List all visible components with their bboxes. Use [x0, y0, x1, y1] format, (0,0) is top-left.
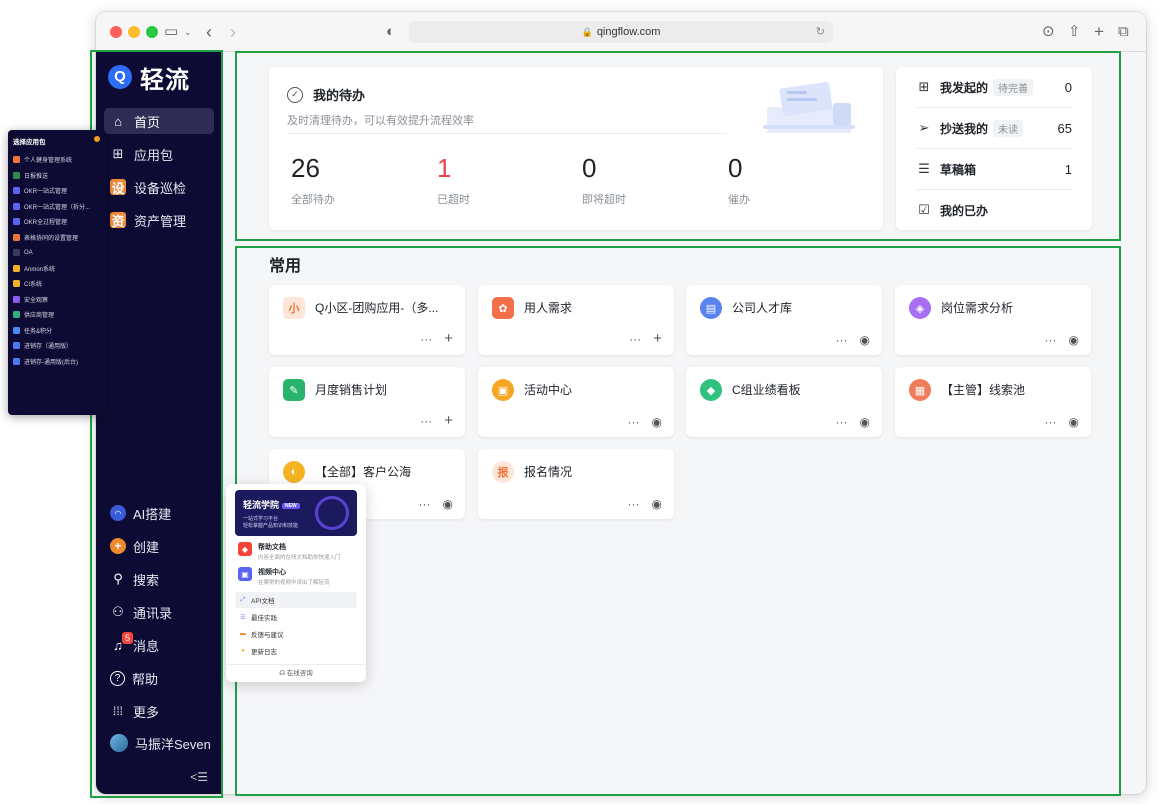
minimize-window-button[interactable] [128, 26, 140, 38]
app-package-item[interactable]: 进销存-通用版(后台) [13, 354, 101, 370]
help-docs-entry[interactable]: ◆ 帮助文档内容全面的在线文档助你快速入门 [238, 542, 341, 561]
app-package-label: OA [24, 249, 33, 256]
app-package-label: 表格协同的设置管理 [24, 235, 79, 242]
app-package-item[interactable]: OKR一站式管理 [13, 183, 101, 199]
app-package-label: 安全观察 [24, 297, 49, 304]
best-practice-link[interactable]: ☰ 最佳实践 [235, 609, 357, 625]
video-icon: ▣ [238, 567, 252, 581]
app-package-icon [13, 295, 20, 303]
share-icon[interactable]: ⇧ [1068, 21, 1081, 43]
app-package-dropdown: 选择应用包 个人健身管理系统 日报推送 OKR一站式管理 OKR一站式管理（拆分...… [8, 130, 106, 415]
banner-subtitle: 一站式学习平台 轻松掌握产品知识和技能 [243, 516, 299, 529]
url-text: qingflow.com [596, 26, 661, 38]
sidebar-toggle-icon[interactable]: ▭ [164, 21, 178, 43]
app-package-icon [13, 171, 20, 179]
tabs-overview-icon[interactable]: ⧉ [1118, 21, 1129, 43]
chevron-down-icon[interactable]: ⌄ [184, 21, 192, 43]
download-icon[interactable]: ⊙ [1042, 21, 1055, 43]
entry-title: 帮助文档 [258, 544, 286, 551]
app-package-label: 任务&积分 [24, 328, 53, 335]
indicator-dot [94, 136, 100, 142]
academy-banner[interactable]: 轻流学院 NEW 一站式学习平台 轻松掌握产品知识和技能 [235, 490, 357, 536]
feedback-link[interactable]: ▬ 反馈与建议 [235, 626, 357, 642]
highlight-sidebar [90, 50, 223, 798]
app-package-icon [13, 280, 20, 288]
feedback-icon: ▬ [240, 631, 246, 637]
app-package-item[interactable]: OA [13, 245, 101, 261]
help-popup: 轻流学院 NEW 一站式学习平台 轻松掌握产品知识和技能 ◆ 帮助文档内容全面的在线… [226, 484, 366, 682]
browser-toolbar: ▭ ⌄ ‹ › ◐ 🔒 qingflow.com ↻ ⊙ ⇧ + ⧉ [96, 12, 1146, 52]
doc-icon: ◆ [238, 542, 252, 556]
app-package-icon [13, 264, 20, 272]
new-tab-icon[interactable]: + [1094, 21, 1104, 43]
new-badge: NEW [282, 502, 300, 509]
app-package-item[interactable]: 进销存（通用版） [13, 338, 101, 354]
highlight-top-section [235, 51, 1121, 241]
app-package-icon [13, 311, 20, 319]
privacy-shield-icon[interactable]: ◐ [386, 21, 395, 43]
app-package-icon [13, 357, 20, 365]
highlight-common-section [235, 246, 1121, 796]
app-package-item[interactable]: CI系统 [13, 276, 101, 292]
api-icon: ⤢ [240, 596, 246, 603]
entry-subtitle: 内容全面的在线文档助你快速入门 [258, 555, 341, 561]
practice-icon: ☰ [240, 614, 246, 621]
app-package-item[interactable]: 表格协同的设置管理 [13, 230, 101, 246]
app-package-label: OKR全过程管理 [24, 220, 68, 227]
app-package-label: OKR一站式管理 [24, 189, 68, 196]
app-package-item[interactable]: 安全观察 [13, 292, 101, 308]
app-package-item[interactable]: Anmon系统 [13, 261, 101, 277]
lock-icon: 🔒 [581, 27, 593, 37]
app-package-label: 进销存-通用版(后台) [24, 359, 78, 366]
app-package-label: Anmon系统 [24, 266, 56, 273]
app-package-icon [13, 202, 20, 210]
maximize-window-button[interactable] [146, 26, 158, 38]
app-package-icon [13, 233, 20, 241]
online-consult-button[interactable]: ☊ 在线咨询 [226, 664, 366, 682]
app-package-label: 日报推送 [24, 173, 49, 180]
planet-icon [315, 496, 349, 530]
app-package-item[interactable]: 任务&积分 [13, 323, 101, 339]
app-package-items: 个人健身管理系统 日报推送 OKR一站式管理 OKR一站式管理（拆分... OKR全过程… [13, 152, 101, 369]
app-package-label: 供应商管理 [24, 313, 55, 320]
app-package-item[interactable]: OKR一站式管理（拆分... [13, 199, 101, 215]
app-package-icon [13, 249, 20, 257]
app-package-icon [13, 326, 20, 334]
close-window-button[interactable] [110, 26, 122, 38]
app-package-icon [13, 342, 20, 350]
headset-icon: ☊ [279, 670, 287, 677]
changelog-link[interactable]: ● 更新日志 [235, 643, 357, 659]
app-package-item[interactable]: OKR全过程管理 [13, 214, 101, 230]
entry-title: 视频中心 [258, 569, 286, 576]
entry-subtitle: 在案例的视频中读出了解轻流 [258, 580, 330, 586]
app-package-item[interactable]: 个人健身管理系统 [13, 152, 101, 168]
back-icon[interactable]: ‹ [206, 21, 212, 43]
app-package-label: 个人健身管理系统 [24, 158, 73, 165]
app-package-label: 进销存（通用版） [24, 344, 73, 351]
app-package-item[interactable]: 供应商管理 [13, 307, 101, 323]
banner-title: 轻流学院 NEW [243, 498, 300, 511]
app-package-label: CI系统 [24, 282, 43, 289]
app-package-icon [13, 156, 20, 164]
address-bar[interactable]: 🔒 qingflow.com ↻ [409, 21, 833, 43]
changelog-icon: ● [241, 648, 245, 654]
app-package-icon [13, 187, 20, 195]
app-package-item[interactable]: 日报推送 [13, 168, 101, 184]
forward-icon[interactable]: › [230, 21, 236, 43]
reload-icon[interactable]: ↻ [816, 21, 825, 43]
dropdown-title: 选择应用包 [13, 136, 101, 146]
app-package-icon [13, 218, 20, 226]
app-package-label: OKR一站式管理（拆分... [24, 204, 91, 211]
api-docs-link[interactable]: ⤢ API文档 [235, 592, 357, 608]
video-center-entry[interactable]: ▣ 视频中心在案例的视频中读出了解轻流 [238, 567, 330, 586]
